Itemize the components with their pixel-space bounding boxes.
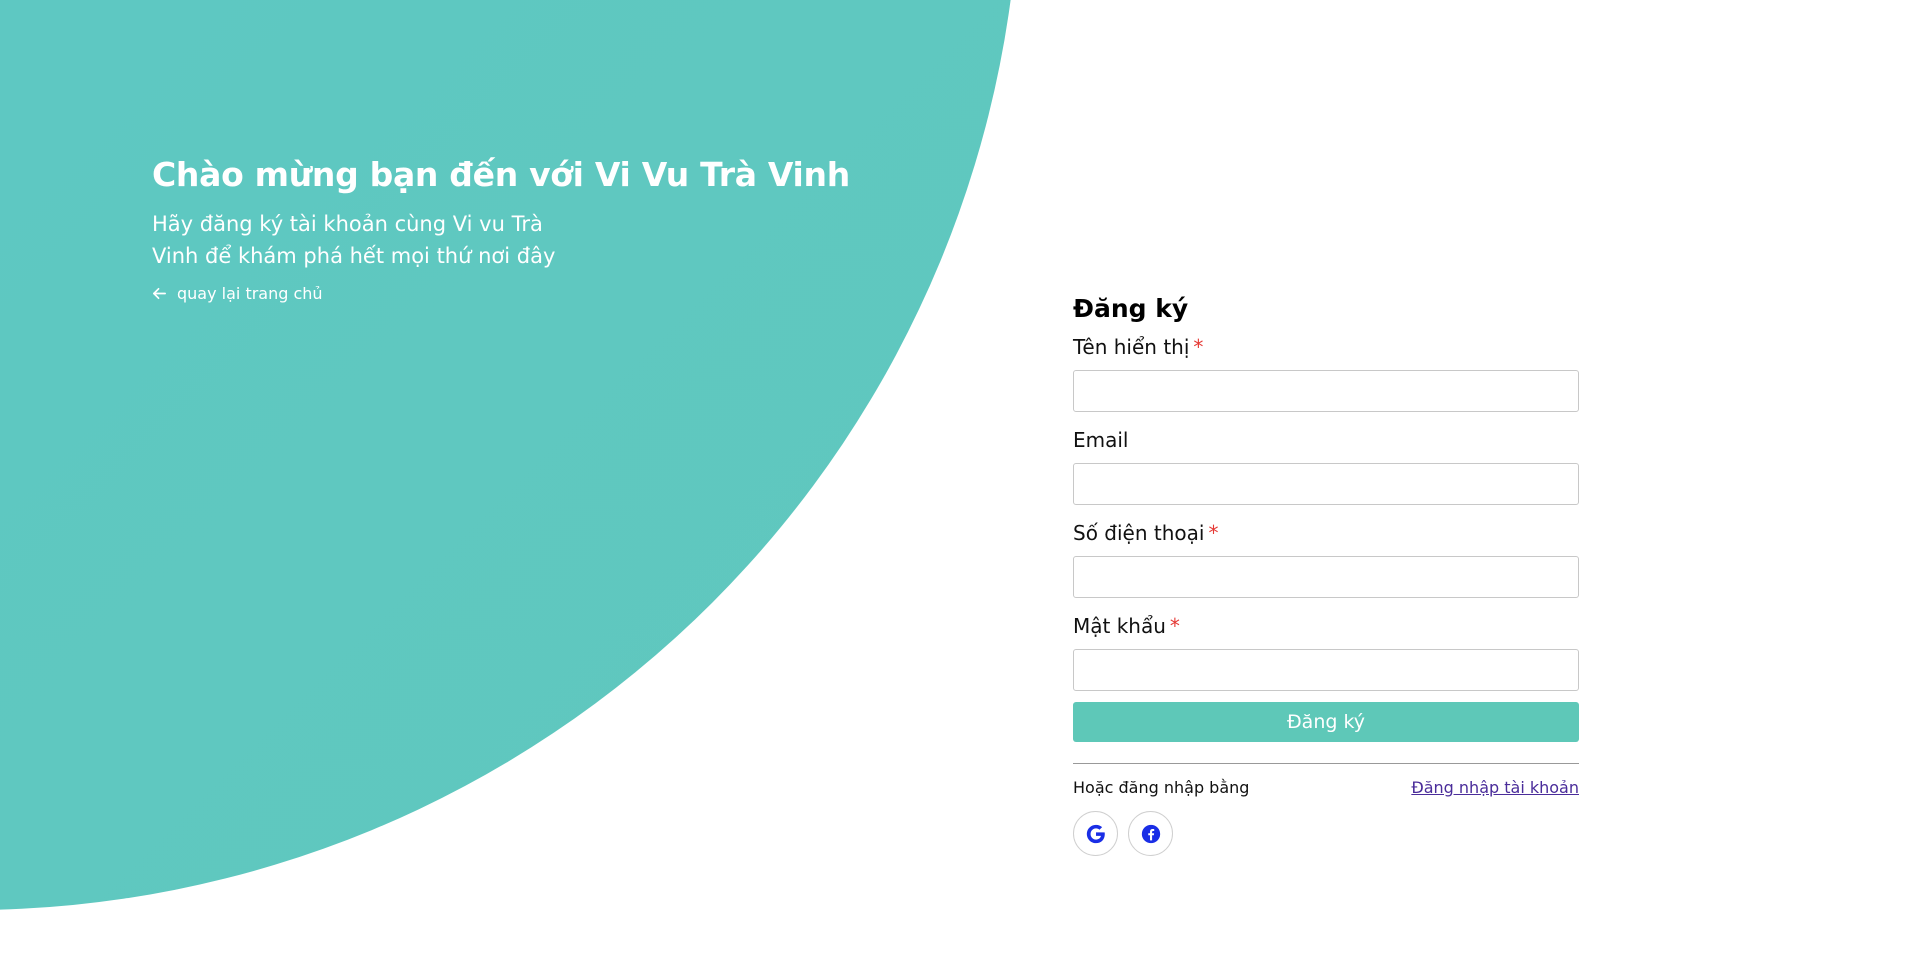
alt-login-row: Hoặc đăng nhập bằng Đăng nhập tài khoản xyxy=(1073,778,1579,797)
signup-page: Chào mừng bạn đến với Vi Vu Trà Vinh Hãy… xyxy=(0,0,1920,978)
required-mark: * xyxy=(1193,335,1204,359)
display-name-input[interactable] xyxy=(1073,370,1579,412)
social-login-row xyxy=(1073,811,1579,856)
facebook-icon xyxy=(1141,824,1160,843)
back-home-label: quay lại trang chủ xyxy=(177,284,323,303)
divider xyxy=(1073,763,1579,764)
arrow-left-icon xyxy=(153,287,166,300)
hero-section: Chào mừng bạn đến với Vi Vu Trà Vinh Hãy… xyxy=(152,150,852,305)
required-mark: * xyxy=(1169,614,1180,638)
phone-input[interactable] xyxy=(1073,556,1579,598)
password-label: Mật khẩu * xyxy=(1073,609,1579,643)
display-name-label: Tên hiển thị * xyxy=(1073,330,1579,364)
email-label: Email xyxy=(1073,423,1579,457)
signup-form: Đăng ký Tên hiển thị * Email Số điện thoạ… xyxy=(1073,290,1579,856)
alt-login-label: Hoặc đăng nhập bằng xyxy=(1073,778,1250,797)
login-account-link[interactable]: Đăng nhập tài khoản xyxy=(1411,778,1579,797)
back-home-link[interactable]: quay lại trang chủ xyxy=(152,284,323,303)
email-input[interactable] xyxy=(1073,463,1579,505)
phone-label-text: Số điện thoại xyxy=(1073,521,1205,545)
facebook-login-button[interactable] xyxy=(1128,811,1173,856)
hero-title: Chào mừng bạn đến với Vi Vu Trà Vinh xyxy=(152,155,850,194)
signup-button[interactable]: Đăng ký xyxy=(1073,702,1579,742)
form-title: Đăng ký xyxy=(1073,294,1189,323)
password-label-text: Mật khẩu xyxy=(1073,614,1166,638)
display-name-label-text: Tên hiển thị xyxy=(1073,335,1190,359)
hero-background-circle xyxy=(0,0,1020,910)
google-login-button[interactable] xyxy=(1073,811,1118,856)
password-input[interactable] xyxy=(1073,649,1579,691)
phone-label: Số điện thoại * xyxy=(1073,516,1579,550)
required-mark: * xyxy=(1208,521,1219,545)
hero-subtitle: Hãy đăng ký tài khoản cùng Vi vu Trà Vin… xyxy=(152,212,556,268)
email-label-text: Email xyxy=(1073,428,1129,452)
google-icon xyxy=(1086,824,1105,843)
